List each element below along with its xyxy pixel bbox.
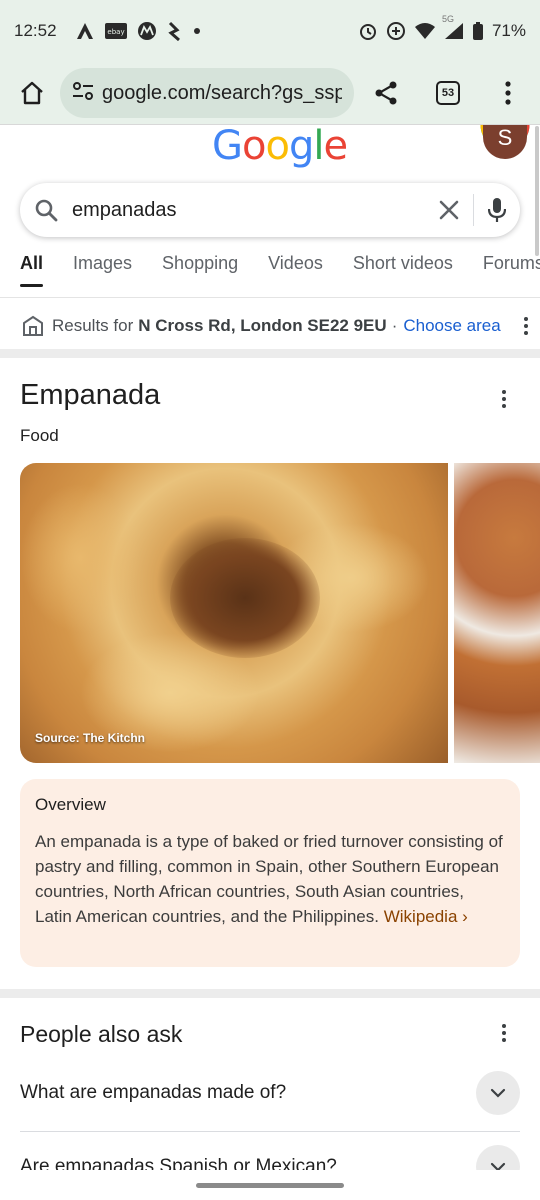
overview-heading: Overview xyxy=(35,795,106,814)
network-type: 5G xyxy=(441,14,454,24)
expand-button[interactable] xyxy=(476,1071,520,1115)
home-button[interactable] xyxy=(12,73,52,113)
tab-all[interactable]: All xyxy=(20,253,44,287)
tab-switcher-button[interactable]: 53 xyxy=(428,73,468,113)
people-also-ask-title: People also ask xyxy=(20,1021,183,1047)
location-place: N Cross Rd, London SE22 9EU xyxy=(138,316,387,335)
paa-question[interactable]: What are empanadas made of? xyxy=(20,1065,520,1121)
location-prefix: Results for xyxy=(52,316,134,335)
motorola-icon xyxy=(137,21,157,41)
search-bar[interactable]: empanadas xyxy=(20,183,520,237)
knowledge-panel-title[interactable]: Empanada xyxy=(20,379,160,412)
building-icon xyxy=(23,315,43,336)
search-input[interactable]: empanadas xyxy=(72,199,439,222)
chevron-down-icon xyxy=(490,1088,506,1098)
menu-button[interactable] xyxy=(488,73,528,113)
signal-icon: 5G xyxy=(442,14,464,40)
share-icon xyxy=(375,81,397,105)
avatar-letter: S xyxy=(497,125,513,150)
overview-text: An empanada is a type of baked or fried … xyxy=(35,829,505,929)
svg-text:ebay: ebay xyxy=(107,28,124,36)
tabs-divider xyxy=(0,297,540,298)
section-divider xyxy=(0,989,540,998)
status-bar: 12:52 ebay 5G 71% xyxy=(0,0,540,62)
location-row: Results for N Cross Rd, London SE22 9EU … xyxy=(22,311,530,341)
scrollbar[interactable] xyxy=(535,126,539,256)
tab-images[interactable]: Images xyxy=(73,253,132,287)
wikipedia-link[interactable]: Wikipedia › xyxy=(384,907,468,926)
share-button[interactable] xyxy=(366,73,406,113)
logo-letter: o xyxy=(265,124,290,169)
dot-icon xyxy=(193,27,201,35)
overview-card: Overview An empanada is a type of baked … xyxy=(20,779,520,967)
empanada-image[interactable]: Source: The Kitchn xyxy=(20,463,448,763)
clear-icon[interactable] xyxy=(439,200,459,220)
address-bar[interactable]: google.com/search?gs_ssp xyxy=(60,68,354,118)
paa-divider xyxy=(20,1131,520,1132)
status-time: 12:52 xyxy=(14,21,57,40)
ebay-icon: ebay xyxy=(104,22,127,40)
logo-letter: o xyxy=(242,124,267,169)
image-highlight xyxy=(20,483,140,633)
home-icon xyxy=(21,81,43,105)
more-vert-icon[interactable] xyxy=(500,1023,508,1043)
tab-videos[interactable]: Videos xyxy=(268,253,323,287)
empanada-image-secondary[interactable] xyxy=(454,463,540,763)
a-logo-icon xyxy=(75,22,95,40)
tab-forums[interactable]: Forums xyxy=(483,253,540,287)
google-logo[interactable]: Google xyxy=(212,124,348,169)
more-vert-icon[interactable] xyxy=(500,389,508,409)
location-separator: · xyxy=(391,316,398,335)
paa-question-text: What are empanadas made of? xyxy=(20,1082,287,1103)
search-divider xyxy=(473,194,474,226)
image-source-caption: Source: The Kitchn xyxy=(35,731,146,745)
more-vert-icon xyxy=(505,81,511,105)
home-gesture-handle[interactable] xyxy=(196,1183,344,1188)
logo-letter: l xyxy=(313,124,324,169)
wifi-icon xyxy=(414,22,436,40)
site-settings-icon[interactable] xyxy=(72,81,94,106)
battery-percent: 71% xyxy=(491,21,526,40)
tab-shopping[interactable]: Shopping xyxy=(162,253,238,287)
choose-area-link[interactable]: Choose area xyxy=(403,316,500,336)
search-results-page: Google S empanadas All Images Shopping Vide… xyxy=(0,124,540,1184)
microphone-icon[interactable] xyxy=(488,197,506,223)
logo-letter: G xyxy=(212,124,243,169)
section-divider xyxy=(0,349,540,358)
data-saver-icon xyxy=(386,21,406,41)
image-filling xyxy=(170,538,320,658)
more-vert-icon[interactable] xyxy=(522,316,530,336)
knowledge-panel-subtitle: Food xyxy=(20,426,59,445)
search-tabs: All Images Shopping Videos Short videos Forum… xyxy=(20,253,540,287)
tabs-icon: 53 xyxy=(436,81,460,105)
logo-letter: e xyxy=(323,124,348,169)
browser-toolbar: google.com/search?gs_ssp 53 xyxy=(0,62,540,124)
search-icon xyxy=(35,199,58,222)
logo-letter: g xyxy=(288,124,314,169)
tab-short-videos[interactable]: Short videos xyxy=(353,253,453,287)
alarm-icon xyxy=(358,21,378,41)
battery-icon xyxy=(472,21,484,41)
url-text[interactable]: google.com/search?gs_ssp xyxy=(102,82,342,105)
maps-icon xyxy=(167,21,183,41)
